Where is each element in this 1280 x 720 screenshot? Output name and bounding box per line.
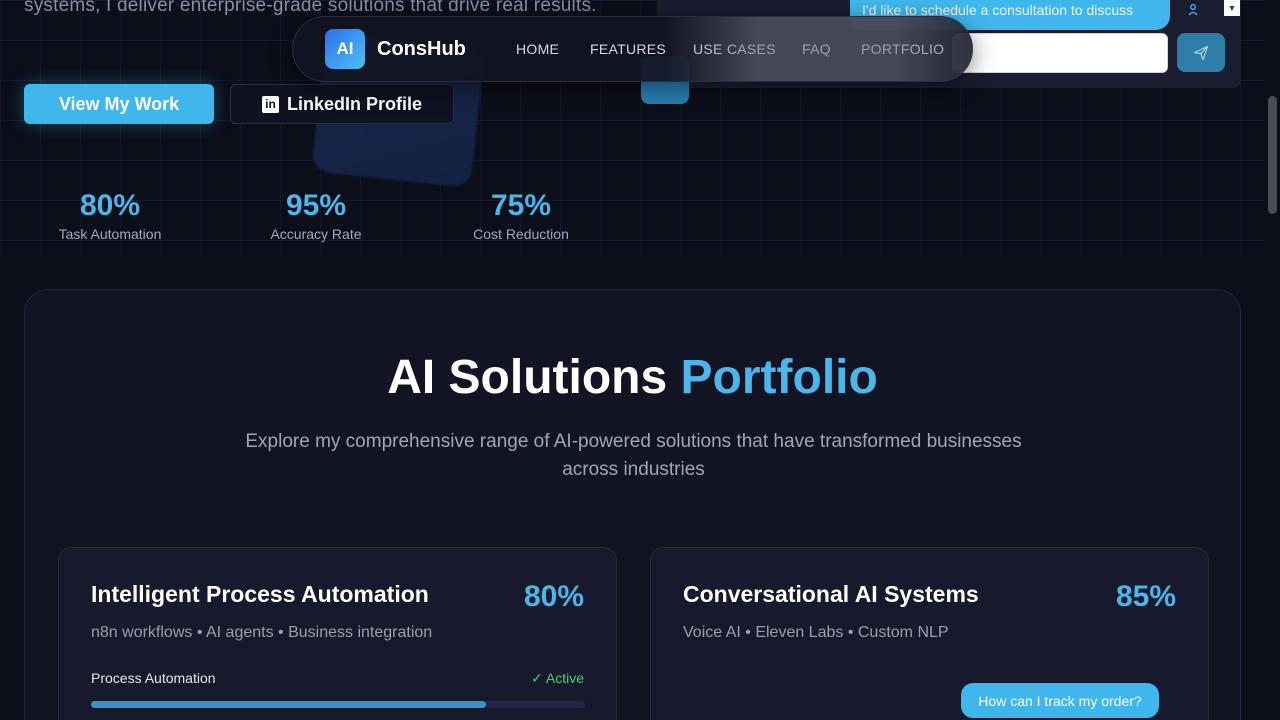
send-icon [1193, 45, 1209, 60]
progress-fill [91, 701, 487, 708]
logo-badge[interactable]: AI [325, 29, 365, 69]
nav-link-home[interactable]: HOME [516, 41, 559, 57]
send-button[interactable] [1177, 33, 1225, 72]
progress-bar [91, 701, 585, 708]
stat-label: Task Automation [58, 226, 162, 242]
chat-message-input[interactable] [952, 33, 1168, 73]
stat-value: 80% [79, 189, 141, 222]
card-metric-label: Process Automation [91, 670, 216, 686]
brand-name[interactable]: ConsHub [377, 38, 466, 61]
portfolio-section: AI Solutions Portfolio Explore my compre… [24, 289, 1241, 720]
card-tags: n8n workflows • AI agents • Business int… [91, 624, 433, 641]
stat-value: 95% [285, 189, 347, 222]
chat-scroll-down-arrow[interactable]: ▼ [1224, 0, 1240, 16]
card-percent: 80% [523, 580, 584, 613]
portfolio-card-process-automation[interactable]: Intelligent Process Automation 80% n8n w… [58, 547, 617, 720]
user-icon [1188, 4, 1200, 16]
portfolio-title-accent: Portfolio [680, 351, 878, 404]
view-my-work-button[interactable]: View My Work [24, 84, 214, 124]
page-scrollbar-thumb[interactable] [1268, 96, 1277, 214]
linkedin-profile-button[interactable]: in LinkedIn Profile [230, 84, 454, 124]
nav-link-faq[interactable]: FAQ [802, 41, 831, 57]
linkedin-icon: in [261, 95, 279, 113]
portfolio-title-main: AI Solutions [387, 351, 668, 404]
stat-label: Cost Reduction [473, 226, 569, 242]
stat-value: 75% [490, 189, 552, 222]
nav-link-use-cases[interactable]: USE CASES [693, 41, 776, 57]
portfolio-title: AI Solutions Portfolio [25, 350, 1240, 405]
card-title: Intelligent Process Automation [91, 581, 429, 607]
stat-task-automation: 80% Task Automation [40, 188, 180, 242]
linkedin-profile-label: LinkedIn Profile [286, 93, 423, 114]
card-tags: Voice AI • Eleven Labs • Custom NLP [683, 624, 949, 641]
stat-accuracy-rate: 95% Accuracy Rate [246, 188, 386, 242]
stat-cost-reduction: 75% Cost Reduction [451, 188, 591, 242]
stat-label: Accuracy Rate [270, 226, 362, 242]
card-percent: 85% [1115, 580, 1176, 613]
portfolio-subtitle: Explore my comprehensive range of AI-pow… [245, 431, 1022, 480]
navbar: AI ConsHub HOME FEATURES USE CASES FAQ P… [292, 16, 973, 82]
chat-suggestion-bubble[interactable]: How can I track my order? [961, 683, 1159, 718]
status-badge: ✓ Active [531, 670, 584, 686]
card-title: Conversational AI Systems [683, 581, 979, 607]
nav-link-features[interactable]: FEATURES [590, 41, 666, 57]
nav-link-portfolio[interactable]: PORTFOLIO [861, 41, 944, 57]
